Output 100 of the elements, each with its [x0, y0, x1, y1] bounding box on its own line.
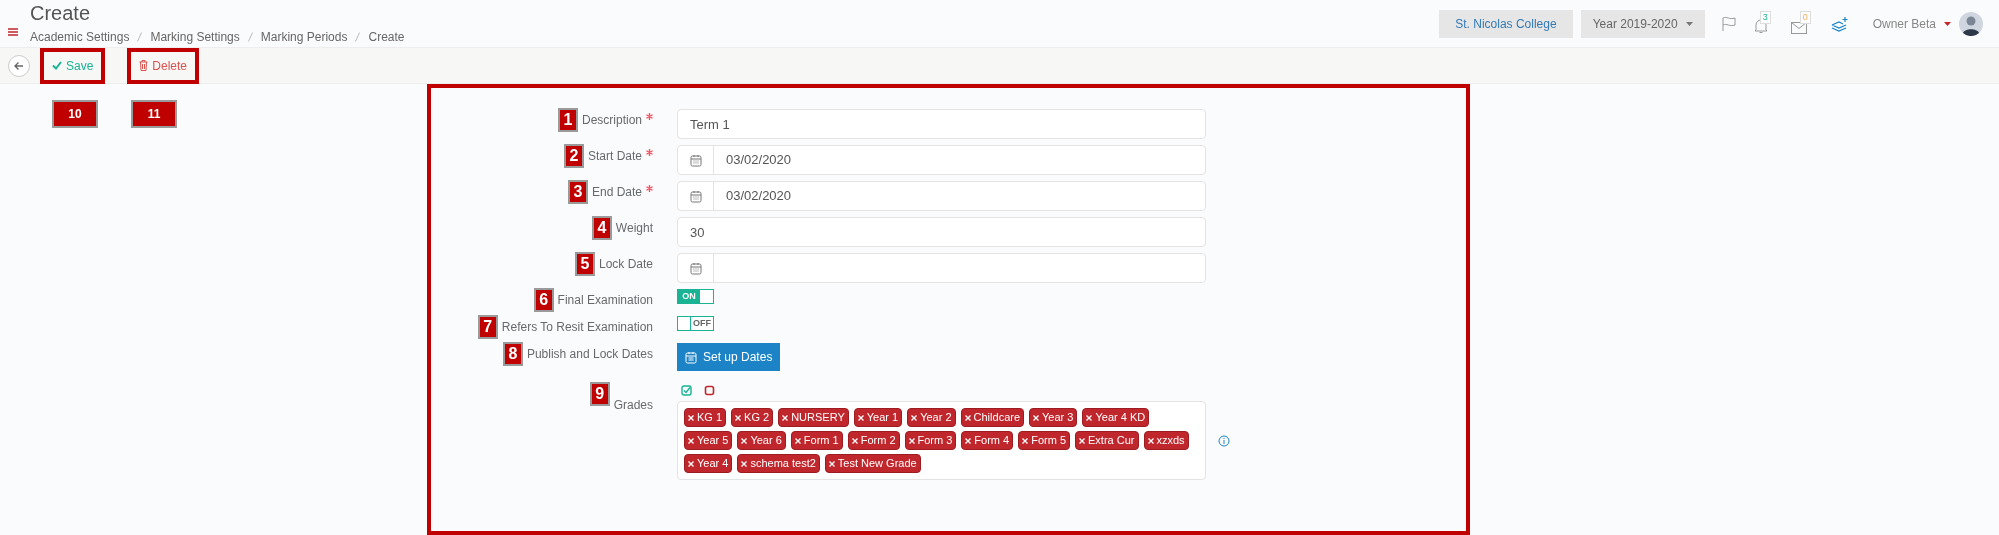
- field-label: Description: [581, 112, 642, 129]
- grade-tag[interactable]: Form 5: [1018, 431, 1071, 450]
- breadcrumb-separator: [247, 31, 253, 42]
- avatar[interactable]: [1959, 11, 1983, 36]
- set-up-dates-button[interactable]: Set up Dates: [677, 343, 781, 371]
- info-icon[interactable]: [1218, 434, 1230, 447]
- grade-tag[interactable]: Childcare: [960, 408, 1025, 427]
- grade-tag[interactable]: KG 2: [731, 408, 774, 427]
- remove-icon[interactable]: [688, 414, 694, 421]
- field-label: End Date: [591, 184, 642, 201]
- date-field[interactable]: 03/02/2020: [677, 145, 1206, 175]
- remove-icon[interactable]: [1086, 414, 1093, 421]
- year-dropdown[interactable]: Year 2019-2020: [1580, 9, 1705, 38]
- remove-icon[interactable]: [688, 437, 694, 444]
- remove-icon[interactable]: [828, 460, 835, 467]
- check-icon: [52, 61, 62, 70]
- grade-tag[interactable]: Year 5: [684, 431, 733, 450]
- grade-tag[interactable]: Year 3: [1029, 408, 1078, 427]
- remove-icon[interactable]: [1022, 437, 1029, 444]
- field-label: Final Examination: [557, 292, 653, 309]
- message-count: 0: [1799, 10, 1811, 24]
- grade-tag[interactable]: Year 4 KD: [1082, 408, 1150, 427]
- remove-icon[interactable]: [851, 437, 858, 444]
- calendar-icon: [685, 350, 697, 364]
- calendar-icon: [689, 261, 702, 275]
- annotation-marker: 9: [589, 382, 610, 406]
- page-title: Create: [30, 1, 92, 24]
- breadcrumb-link[interactable]: Academic Settings: [30, 27, 130, 46]
- notification-count: 3: [1759, 10, 1771, 24]
- caret-icon: [1944, 21, 1951, 26]
- remove-icon[interactable]: [782, 414, 789, 421]
- remove-icon[interactable]: [1147, 437, 1154, 444]
- remove-icon[interactable]: [1033, 414, 1040, 421]
- grade-tag[interactable]: Extra Cur: [1075, 431, 1139, 450]
- annotation-marker: 7: [477, 315, 498, 339]
- layers-add-icon[interactable]: [1830, 15, 1849, 32]
- school-button[interactable]: St. Nicolas College: [1439, 9, 1573, 38]
- user-name[interactable]: Owner Beta: [1872, 14, 1936, 33]
- field-label: Refers To Resit Examination: [501, 319, 653, 336]
- remove-icon[interactable]: [911, 414, 918, 421]
- date-value: 03/02/2020: [725, 151, 793, 170]
- annotation-marker: 11: [131, 100, 177, 128]
- caret-icon: [1685, 21, 1693, 26]
- date-value: 03/02/2020: [725, 187, 793, 206]
- grade-tag[interactable]: xzxds: [1143, 431, 1189, 450]
- calendar-icon: [689, 153, 702, 167]
- annotation-marker: 6: [533, 288, 554, 312]
- annotation-marker: 3: [567, 180, 588, 204]
- grade-tag[interactable]: Year 4: [684, 454, 733, 473]
- grade-tag[interactable]: Form 2: [847, 431, 900, 450]
- remove-icon[interactable]: [908, 437, 915, 444]
- date-field[interactable]: 03/02/2020: [677, 181, 1206, 211]
- annotation-marker: 8: [502, 342, 523, 366]
- remove-icon[interactable]: [794, 437, 801, 444]
- text-field[interactable]: 30: [677, 217, 1206, 247]
- annotation-marker: 1: [557, 108, 578, 132]
- select-all-icon[interactable]: [681, 384, 692, 396]
- back-arrow-icon: [14, 60, 24, 71]
- remove-icon[interactable]: [857, 414, 864, 421]
- remove-icon[interactable]: [688, 460, 694, 467]
- envelope-icon[interactable]: [1790, 21, 1807, 34]
- field-label: Start Date: [587, 148, 642, 165]
- breadcrumb-separator: [137, 31, 143, 42]
- tags-field[interactable]: KG 1 KG 2 NURSERY Year 1 Year 2 Childcare Year 3 Year 4 KD Year 5 Year 6 Form 1 Form 2 Form 3 Form 4 Form 5 Extra Cur xzxds Year 4 schema test2 Test New Grade: [677, 401, 1206, 480]
- remove-icon[interactable]: [741, 460, 748, 467]
- field-label: Publish and Lock Dates: [526, 346, 653, 363]
- back-button[interactable]: [8, 54, 30, 77]
- remove-icon[interactable]: [1079, 437, 1086, 444]
- remove-icon[interactable]: [735, 414, 742, 421]
- trash-icon: [139, 60, 149, 71]
- grade-tag[interactable]: Form 3: [904, 431, 957, 450]
- delete-button[interactable]: Delete: [127, 47, 200, 84]
- annotation-marker: 10: [52, 100, 98, 128]
- breadcrumb-link[interactable]: Marking Settings: [150, 27, 240, 46]
- calendar-icon: [689, 189, 702, 203]
- annotation-marker: 2: [563, 144, 584, 168]
- breadcrumb-separator: [355, 31, 361, 42]
- grade-tag[interactable]: NURSERY: [778, 408, 849, 427]
- annotation-marker: 5: [574, 252, 595, 276]
- annotation-marker: 4: [591, 216, 612, 240]
- grade-tag[interactable]: schema test2: [737, 454, 820, 473]
- remove-icon[interactable]: [965, 437, 972, 444]
- menu-icon[interactable]: [8, 26, 18, 37]
- grade-tag[interactable]: Year 1: [853, 408, 903, 427]
- grade-tag[interactable]: Form 4: [961, 431, 1014, 450]
- field-label: Grades: [613, 397, 653, 414]
- remove-icon[interactable]: [964, 414, 971, 421]
- grade-tag[interactable]: Form 1: [790, 431, 843, 450]
- grade-tag[interactable]: Year 6: [737, 431, 786, 450]
- toggle-switch[interactable]: OFF: [677, 316, 714, 331]
- field-label: Weight: [615, 220, 653, 237]
- clear-all-icon[interactable]: [704, 384, 715, 396]
- date-field[interactable]: [677, 253, 1206, 283]
- grade-tag[interactable]: Year 2: [907, 408, 956, 427]
- breadcrumb-link[interactable]: Marking Periods: [260, 27, 348, 46]
- grade-tag[interactable]: KG 1: [684, 408, 727, 427]
- grade-tag[interactable]: Test New Grade: [824, 454, 921, 473]
- text-field[interactable]: Term 1: [677, 109, 1206, 139]
- remove-icon[interactable]: [741, 437, 748, 444]
- field-label: Lock Date: [598, 256, 653, 273]
